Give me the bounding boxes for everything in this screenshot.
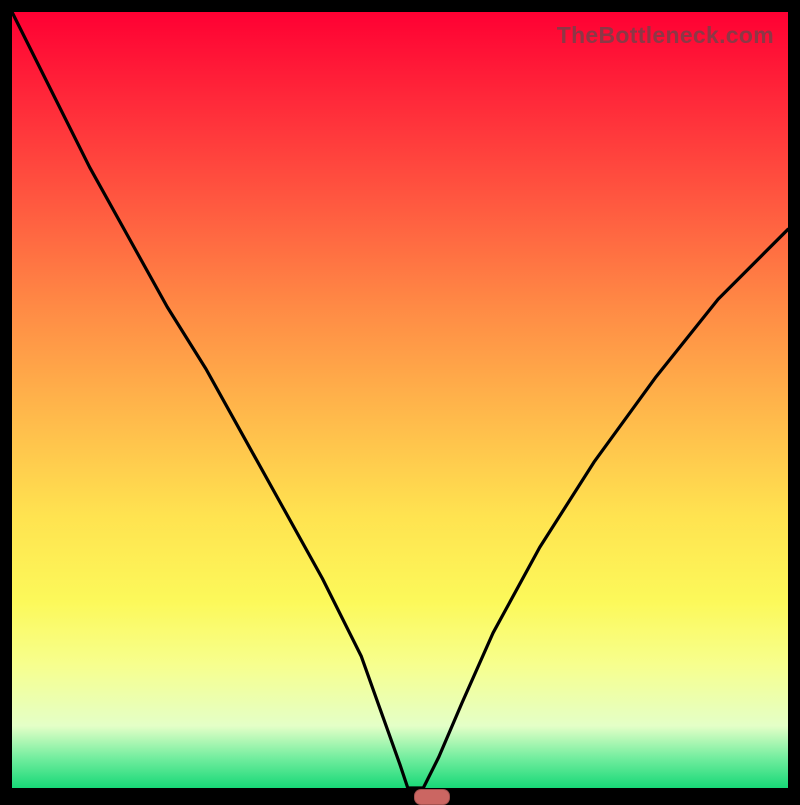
curve-layer (12, 12, 788, 788)
plot-area: TheBottleneck.com (12, 12, 788, 788)
bottleneck-curve-path (12, 12, 788, 788)
bottleneck-chart: TheBottleneck.com (0, 0, 800, 800)
optimum-marker (414, 789, 450, 805)
